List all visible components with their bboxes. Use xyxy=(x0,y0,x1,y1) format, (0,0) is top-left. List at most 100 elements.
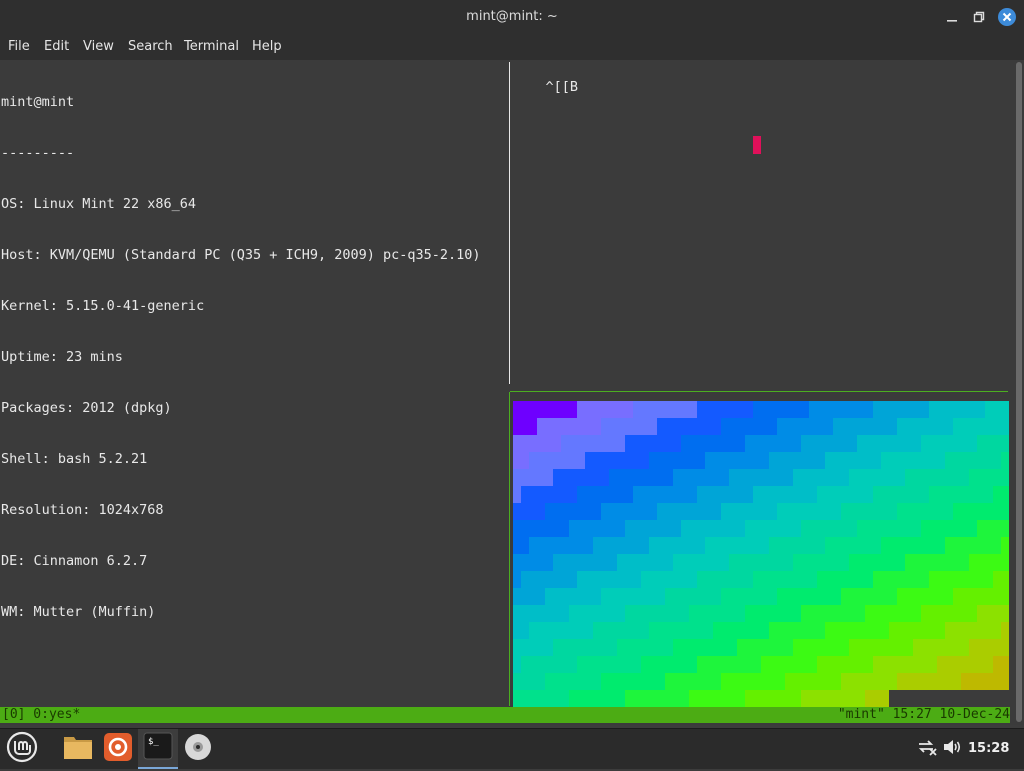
gradient-cell xyxy=(897,401,906,419)
gradient-cell xyxy=(617,622,626,640)
minimize-icon[interactable] xyxy=(942,7,962,27)
menu-search[interactable]: Search xyxy=(128,39,173,54)
files-button[interactable] xyxy=(58,729,98,769)
gradient-cell xyxy=(537,605,546,623)
gradient-cell xyxy=(841,605,850,623)
gradient-cell xyxy=(569,452,578,470)
left-pane[interactable]: mint@mint --------- OS: Linux Mint 22 x8… xyxy=(0,60,508,706)
gradient-cell xyxy=(889,605,898,623)
gradient-cell xyxy=(921,554,930,572)
gradient-cell xyxy=(913,605,922,623)
gradient-cell xyxy=(913,571,922,589)
gradient-cell xyxy=(793,520,802,538)
gradient-cell xyxy=(529,452,538,470)
window-titlebar[interactable]: mint@mint: ~ xyxy=(0,0,1024,34)
gradient-cell xyxy=(769,486,778,504)
gradient-cell xyxy=(961,605,970,623)
gradient-cell xyxy=(521,622,530,640)
restore-icon[interactable] xyxy=(969,7,989,27)
terminal-line: mint@mint xyxy=(1,94,75,110)
gradient-cell xyxy=(601,690,610,707)
gradient-cell xyxy=(601,605,610,623)
gradient-cell xyxy=(553,673,562,691)
gradient-cell xyxy=(673,690,682,707)
menu-terminal[interactable]: Terminal xyxy=(184,39,239,54)
gradient-cell xyxy=(545,571,554,589)
gradient-cell xyxy=(665,469,674,487)
gradient-cell xyxy=(825,571,834,589)
gradient-cell xyxy=(713,452,722,470)
gradient-cell xyxy=(745,605,754,623)
gradient-cell xyxy=(593,537,602,555)
gradient-cell xyxy=(681,401,690,419)
mint-menu-button[interactable] xyxy=(2,729,42,769)
gradient-cell xyxy=(705,656,714,674)
volume-tray[interactable] xyxy=(940,729,964,769)
gradient-cell xyxy=(937,520,946,538)
gradient-cell xyxy=(721,520,730,538)
gradient-cell xyxy=(705,571,714,589)
gradient-cell xyxy=(849,554,858,572)
gradient-cell xyxy=(793,554,802,572)
gradient-cell xyxy=(777,656,786,674)
gradient-cell xyxy=(665,418,674,436)
gradient-cell xyxy=(561,401,570,419)
terminal-scrollbar[interactable] xyxy=(1016,62,1022,722)
scrollbar-thumb[interactable] xyxy=(1016,62,1022,722)
gradient-cell xyxy=(545,622,554,640)
disc-button[interactable] xyxy=(178,729,218,769)
right-top-pane[interactable]: ^[[B xyxy=(513,62,579,113)
menu-file[interactable]: File xyxy=(8,39,30,54)
gradient-cell xyxy=(537,639,546,657)
pane-divider-vertical-active[interactable] xyxy=(509,392,510,706)
pane-divider-horizontal[interactable] xyxy=(510,391,1008,392)
gradient-cell xyxy=(657,605,666,623)
network-tray[interactable] xyxy=(914,729,940,769)
gradient-cell xyxy=(929,503,938,521)
menu-edit[interactable]: Edit xyxy=(44,39,69,54)
gradient-cell xyxy=(745,435,754,453)
gradient-cell xyxy=(793,418,802,436)
gradient-cell xyxy=(809,690,818,707)
gradient-cell xyxy=(553,520,562,538)
terminal-button[interactable]: $_ xyxy=(138,729,178,769)
gradient-cell xyxy=(793,605,802,623)
terminal-area[interactable]: mint@mint --------- OS: Linux Mint 22 x8… xyxy=(0,60,1024,725)
gradient-cell xyxy=(809,520,818,538)
close-icon[interactable] xyxy=(997,7,1017,27)
gradient-cell xyxy=(729,520,738,538)
gradient-cell xyxy=(529,571,538,589)
menu-view[interactable]: View xyxy=(83,39,114,54)
gradient-cell xyxy=(905,639,914,657)
firefox-button[interactable] xyxy=(98,729,138,769)
pane-divider-vertical[interactable] xyxy=(509,62,510,384)
gradient-cell xyxy=(953,469,962,487)
gradient-cell xyxy=(689,673,698,691)
gradient-cell xyxy=(729,690,738,707)
gradient-cell xyxy=(865,418,874,436)
escape-sequence-text: ^[[B xyxy=(545,79,579,95)
gradient-cell xyxy=(713,673,722,691)
gradient-cell xyxy=(961,571,970,589)
gradient-cell xyxy=(649,537,658,555)
gradient-cell xyxy=(905,435,914,453)
gradient-cell xyxy=(841,537,850,555)
gradient-cell xyxy=(641,486,650,504)
taskbar-clock[interactable]: 15:28 xyxy=(968,741,1009,756)
gradient-cell xyxy=(649,452,658,470)
gradient-cell xyxy=(873,673,882,691)
menu-help[interactable]: Help xyxy=(252,39,282,54)
gradient-cell xyxy=(513,622,522,640)
gradient-cell xyxy=(713,418,722,436)
gradient-cell xyxy=(705,639,714,657)
gradient-cell xyxy=(1001,639,1009,657)
gradient-cell xyxy=(673,622,682,640)
gradient-cell xyxy=(721,469,730,487)
gradient-cell xyxy=(657,622,666,640)
gradient-cell xyxy=(857,520,866,538)
gradient-cell xyxy=(625,639,634,657)
gradient-cell xyxy=(761,605,770,623)
gradient-cell xyxy=(857,537,866,555)
gradient-cell xyxy=(849,435,858,453)
gradient-cell xyxy=(673,656,682,674)
